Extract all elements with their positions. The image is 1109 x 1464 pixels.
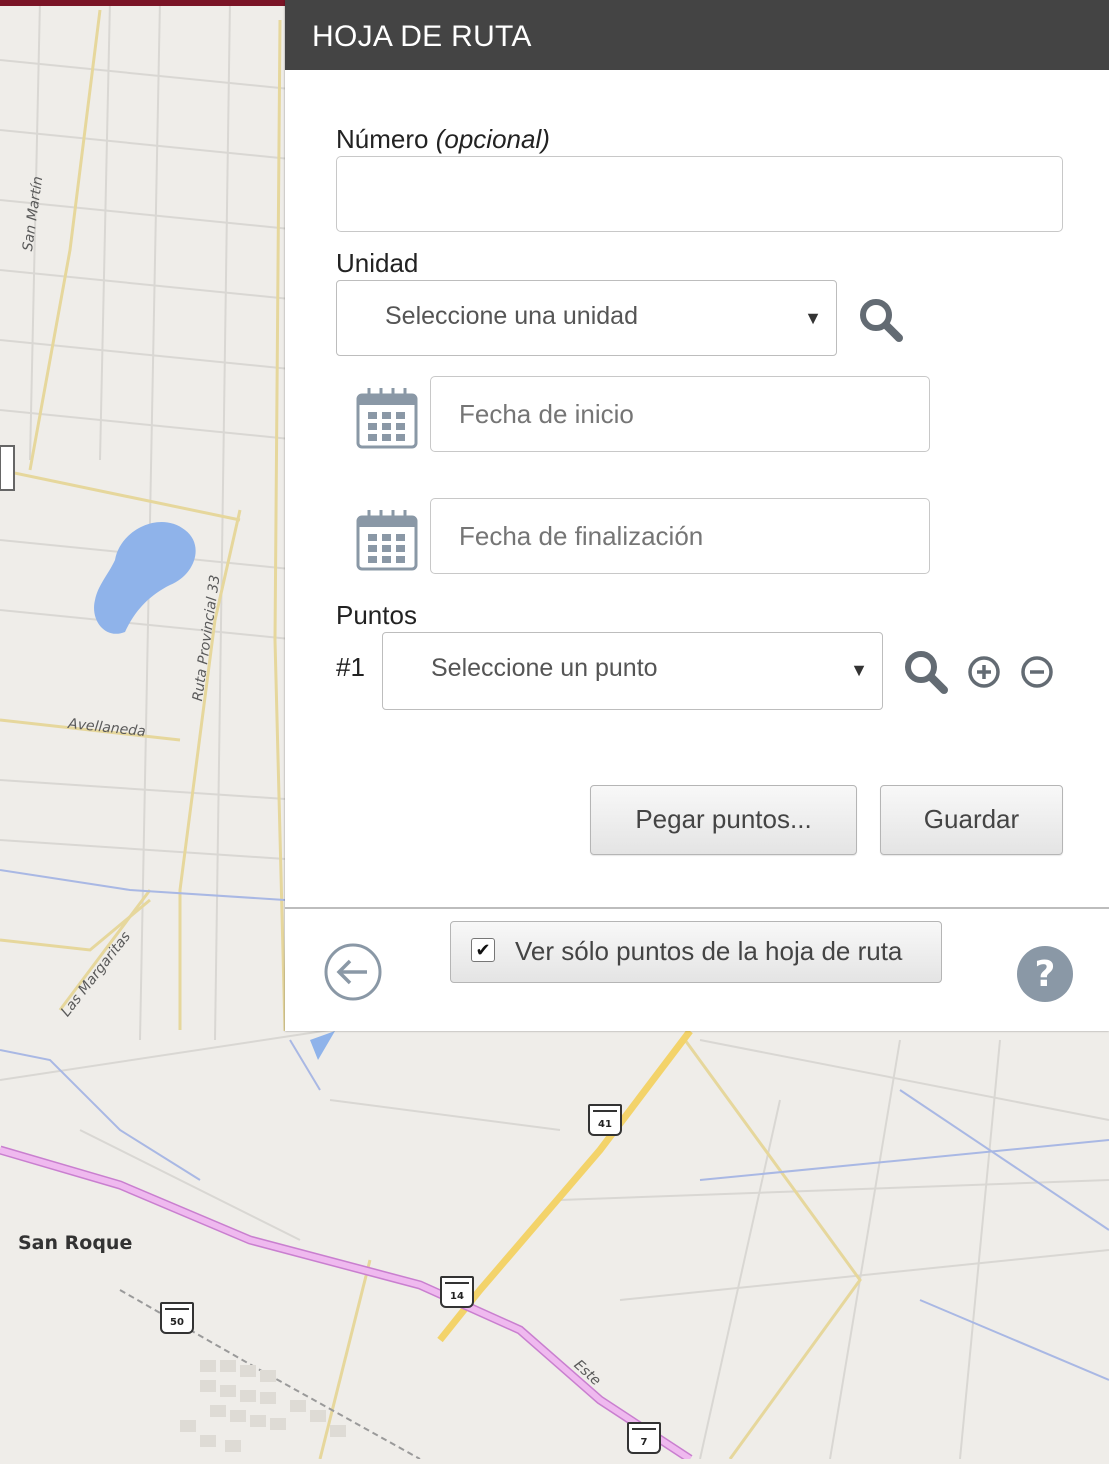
dropdown-arrow-icon: ▼ (850, 660, 868, 680)
search-punto-icon[interactable] (902, 648, 950, 694)
svg-text:?: ? (1035, 954, 1056, 995)
header-strip (0, 0, 285, 6)
map-label-san-roque: San Roque (18, 1232, 133, 1254)
pegar-puntos-button[interactable]: Pegar puntos... (590, 785, 857, 855)
ver-solo-puntos-label: Ver sólo puntos de la hoja de ruta (515, 936, 903, 966)
punto-index: #1 (336, 652, 365, 682)
route-shield-41: 41 (588, 1104, 622, 1136)
numero-label-text: Número (336, 124, 429, 154)
guardar-button[interactable]: Guardar (880, 785, 1063, 855)
checkbox-checked-icon[interactable]: ✔ (471, 938, 495, 962)
add-point-icon[interactable] (967, 655, 1001, 689)
punto-select[interactable]: Seleccione un punto ▼ (382, 632, 883, 710)
dropdown-arrow-icon: ▼ (804, 308, 822, 328)
panel-title: HOJA DE RUTA (285, 0, 1109, 70)
unidad-select-value: Seleccione una unidad (385, 302, 638, 330)
route-shield-50: 50 (160, 1302, 194, 1334)
route-shield-7: 7 (627, 1422, 661, 1454)
unidad-select[interactable]: Seleccione una unidad ▼ (336, 280, 837, 356)
help-icon[interactable]: ? (1015, 944, 1075, 1004)
back-arrow-icon[interactable] (323, 942, 383, 1002)
calendar-end-icon[interactable] (355, 508, 419, 572)
punto-select-value: Seleccione un punto (431, 654, 658, 682)
route-shield-14: 14 (440, 1276, 474, 1308)
remove-point-icon[interactable] (1020, 655, 1054, 689)
unidad-label: Unidad (336, 248, 419, 278)
calendar-start-icon[interactable] (355, 386, 419, 450)
numero-label: Número (opcional) (336, 124, 550, 155)
search-unidad-icon[interactable] (857, 296, 905, 342)
fecha-inicio-input[interactable] (430, 376, 930, 452)
ver-solo-puntos-toggle[interactable]: ✔ Ver sólo puntos de la hoja de ruta (450, 921, 942, 983)
fecha-fin-input[interactable] (430, 498, 930, 574)
footer-divider (285, 907, 1109, 909)
numero-optional-text: (opcional) (435, 124, 550, 154)
puntos-label: Puntos (336, 600, 417, 630)
numero-input[interactable] (336, 156, 1063, 232)
route-sheet-panel: HOJA DE RUTA Número (opcional) Unidad Se… (285, 0, 1109, 1031)
